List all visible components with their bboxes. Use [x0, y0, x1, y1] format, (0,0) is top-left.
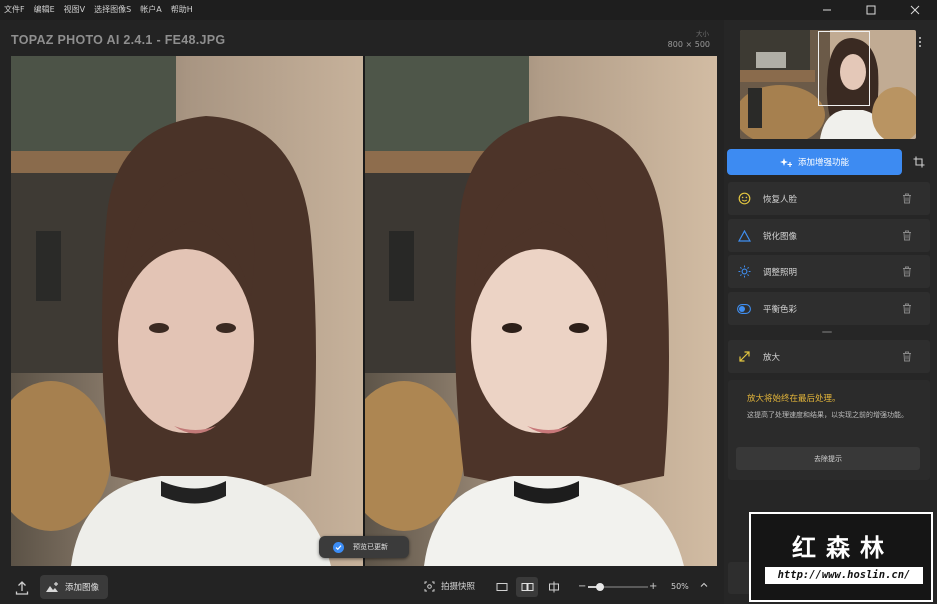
face-icon: [737, 192, 751, 206]
enhancement-label: 放大: [763, 352, 781, 363]
triangle-icon: [737, 229, 751, 243]
menu-edit[interactable]: 编辑E: [34, 0, 55, 20]
menu-select-image[interactable]: 选择图像S: [94, 0, 131, 20]
image-add-icon: [46, 582, 58, 592]
navigator-viewport-frame[interactable]: [818, 31, 870, 106]
minimize-button[interactable]: [805, 0, 849, 20]
window-controls: [805, 0, 937, 20]
close-icon: [910, 5, 920, 15]
side-by-side-view-button[interactable]: [516, 577, 538, 597]
enhancement-upscale[interactable]: 放大: [728, 340, 930, 373]
enhancement-recover-face[interactable]: 恢复人脸: [728, 182, 930, 215]
more-vertical-icon[interactable]: [918, 36, 922, 48]
enhancement-adjust-lighting[interactable]: 调整照明: [728, 255, 930, 288]
app-window: 文件F 编辑E 视图V 选择图像S 帐户A 帮助H TOPAZ PHOTO AI…: [0, 0, 937, 604]
document-title: TOPAZ PHOTO AI 2.4.1 - FE48.JPG: [11, 33, 226, 47]
menubar: 文件F 编辑E 视图V 选择图像S 帐户A 帮助H: [0, 0, 937, 20]
trash-icon[interactable]: [902, 193, 912, 204]
add-image-label: 添加图像: [65, 583, 100, 593]
upscale-tip: 放大将始终在最后处理。 这提高了处理速度和结果，以实现之前的增强功能。 去除提示: [728, 380, 930, 480]
single-view-icon: [496, 583, 508, 591]
camera-icon: [424, 581, 435, 591]
upload-icon[interactable]: [14, 580, 30, 596]
enhancement-balance-color[interactable]: 平衡色彩: [728, 292, 930, 325]
zoom-out-icon[interactable]: −: [578, 582, 586, 592]
zoom-value[interactable]: 50%: [671, 582, 689, 591]
enhancement-label: 调整照明: [763, 267, 798, 278]
close-button[interactable]: [893, 0, 937, 20]
watermark: 红森林 http://www.hoslin.cn/: [749, 512, 933, 602]
drag-handle[interactable]: [822, 331, 832, 333]
enhancement-label: 锐化图像: [763, 231, 798, 242]
side-by-side-icon: [521, 583, 533, 591]
enhancement-label: 恢复人脸: [763, 194, 798, 205]
expand-icon: [737, 350, 751, 364]
zoom-slider[interactable]: − +: [578, 582, 658, 592]
check-circle-icon: [333, 541, 344, 553]
maximize-button[interactable]: [849, 0, 893, 20]
split-view-icon: [549, 581, 559, 593]
watermark-title: 红森林: [792, 533, 894, 562]
menu: 文件F 编辑E 视图V 选择图像S 帐户A 帮助H: [0, 0, 202, 20]
enhanced-image: [364, 56, 717, 566]
export-button[interactable]: [728, 562, 750, 594]
trash-icon[interactable]: [902, 230, 912, 241]
dismiss-tip-button[interactable]: 去除提示: [736, 447, 920, 470]
split-view-button[interactable]: [543, 577, 565, 597]
chevron-up-icon[interactable]: [699, 580, 709, 590]
add-enhancement-button[interactable]: 添加增强功能: [727, 149, 902, 175]
comparison-divider[interactable]: [363, 56, 365, 566]
color-balance-icon: [737, 302, 751, 316]
menu-file[interactable]: 文件F: [4, 0, 25, 20]
maximize-icon: [866, 5, 876, 15]
size-label: 大小: [696, 30, 709, 38]
watermark-url: http://www.hoslin.cn/: [765, 567, 923, 584]
zoom-thumb[interactable]: [596, 583, 604, 591]
menu-view[interactable]: 视图V: [64, 0, 85, 20]
trash-icon[interactable]: [902, 303, 912, 314]
snapshot-button[interactable]: 拍摄快照: [424, 580, 475, 592]
original-image: [11, 56, 364, 566]
toast-text: 预览已更新: [353, 543, 388, 551]
sun-icon: [737, 265, 751, 279]
preview-updated-toast: 预览已更新: [319, 536, 409, 558]
preview-canvas[interactable]: [11, 56, 717, 566]
enhancement-sharpen[interactable]: 锐化图像: [728, 219, 930, 252]
tip-title: 放大将始终在最后处理。: [747, 394, 841, 404]
add-image-button[interactable]: 添加图像: [40, 575, 108, 599]
trash-icon[interactable]: [902, 351, 912, 362]
minimize-icon: [823, 9, 831, 11]
single-view-button[interactable]: [491, 577, 513, 597]
snapshot-label: 拍摄快照: [441, 582, 476, 592]
trash-icon[interactable]: [902, 266, 912, 277]
menu-account[interactable]: 帐户A: [140, 0, 161, 20]
tip-description: 这提高了处理速度和结果，以实现之前的增强功能。: [747, 411, 908, 419]
crop-icon: [913, 156, 925, 168]
enhancement-label: 平衡色彩: [763, 304, 798, 315]
zoom-in-icon[interactable]: +: [649, 582, 657, 592]
sparkle-add-icon: [779, 157, 792, 167]
image-size: 800 × 500: [667, 40, 710, 49]
add-enhancement-label: 添加增强功能: [797, 158, 849, 168]
menu-help[interactable]: 帮助H: [171, 0, 193, 20]
crop-button[interactable]: [907, 150, 931, 174]
